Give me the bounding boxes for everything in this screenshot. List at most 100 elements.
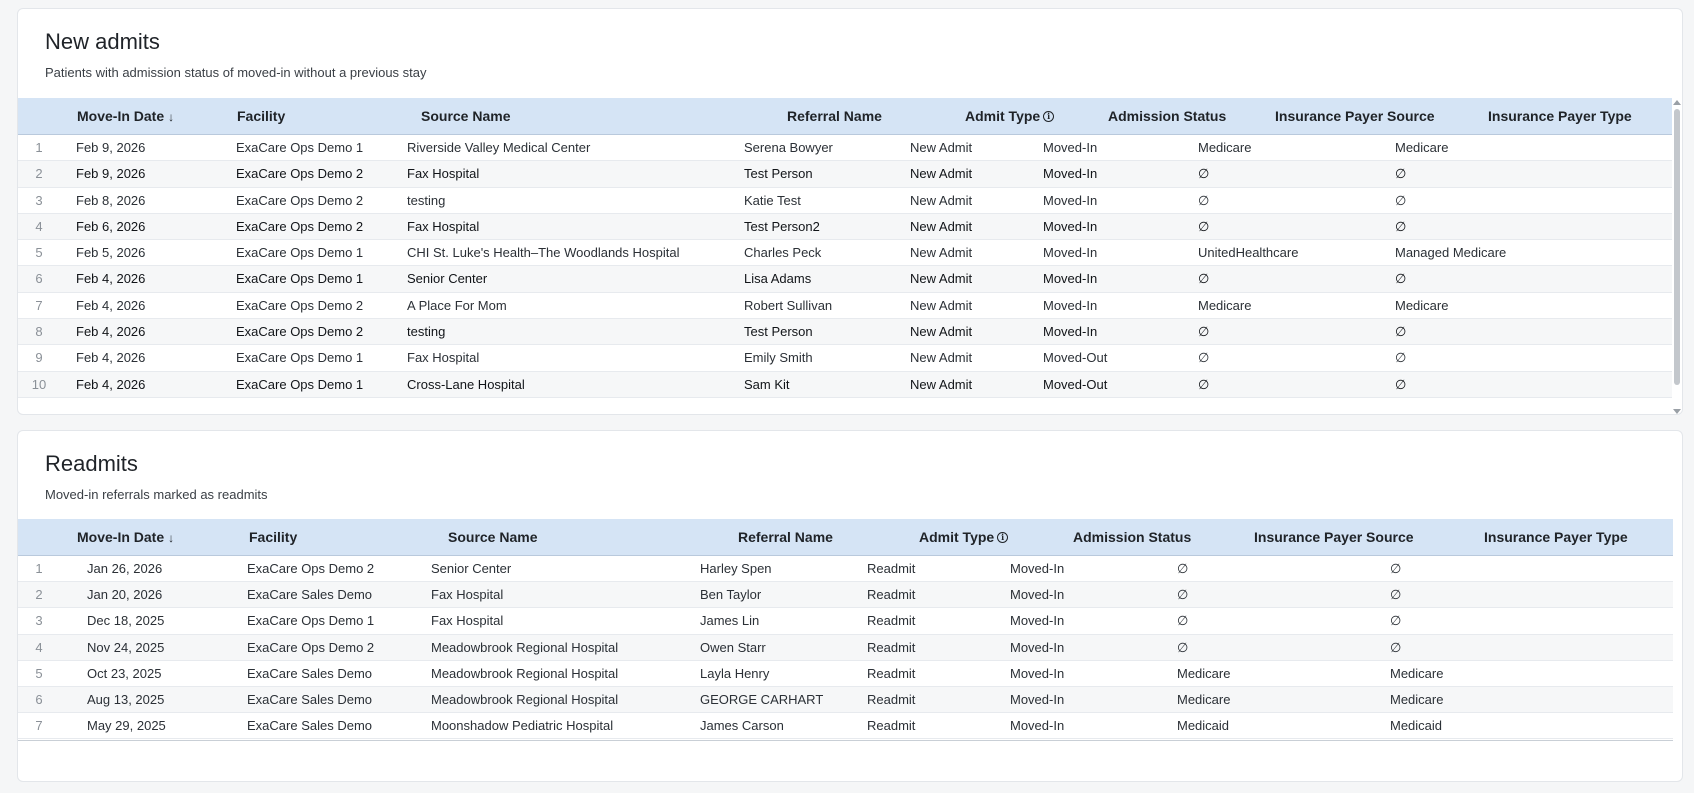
cell-insurance-payer-source: ∅: [1177, 587, 1189, 603]
cell-insurance-payer-source: ∅: [1198, 324, 1210, 340]
cell-insurance-payer-type: ∅: [1390, 587, 1402, 603]
cell-insurance-payer-source: ∅: [1177, 613, 1189, 629]
cell-admission-status: Moved-In: [1043, 140, 1098, 155]
cell-insurance-payer-source: ∅: [1198, 350, 1210, 366]
row-index: 2: [35, 166, 43, 182]
cell-move-in-date: Feb 4, 2026: [76, 271, 146, 287]
row-index: 3: [35, 613, 43, 629]
cell-move-in-date: Jan 26, 2026: [87, 561, 163, 576]
table-row[interactable]: 4 Nov 24, 2025 ExaCare Ops Demo 2 Meadowbro…: [18, 634, 1673, 661]
table-row[interactable]: 3 Dec 18, 2025 ExaCare Ops Demo 1 Fax Hospi…: [18, 608, 1673, 635]
cell-admit-type: New Admit: [910, 271, 973, 287]
row-index: 7: [35, 297, 43, 313]
cell-source-name: testing: [407, 324, 446, 340]
table-row[interactable]: 8 Feb 4, 2026 ExaCare Ops Demo 2 testing Tes…: [18, 319, 1673, 346]
table-row[interactable]: 10 Feb 4, 2026 ExaCare Ops Demo 1 Cross-Lan…: [18, 371, 1673, 398]
info-circle-icon[interactable]: i: [1043, 111, 1055, 122]
cell-insurance-payer-source: ∅: [1177, 639, 1189, 655]
column-header-insurance-payer-type[interactable]: Insurance Payer Type: [1484, 519, 1628, 556]
table-row[interactable]: 1 Jan 26, 2026 ExaCare Ops Demo 2 Senior Ce…: [18, 556, 1673, 583]
table-row[interactable]: 2 Feb 9, 2026 ExaCare Ops Demo 2 Fax Hospit…: [18, 161, 1673, 188]
cell-referral-name: Test Person2: [744, 218, 820, 234]
column-header-admit-type[interactable]: Admit Type i: [919, 519, 1009, 556]
cell-facility: ExaCare Sales Demo: [247, 665, 372, 681]
cell-insurance-payer-source: UnitedHealthcare: [1198, 245, 1299, 261]
cell-referral-name: James Lin: [700, 613, 760, 629]
cell-insurance-payer-type: Managed Medicare: [1395, 245, 1507, 261]
table-row[interactable]: 6 Aug 13, 2025 ExaCare Sales Demo Meadowbro…: [18, 686, 1673, 714]
scroll-up-icon[interactable]: [1673, 100, 1681, 105]
cell-insurance-payer-source: Medicare: [1198, 140, 1252, 155]
cell-admission-status: Moved-Out: [1043, 376, 1108, 392]
column-header-admit-type[interactable]: Admit Type i: [965, 98, 1055, 135]
row-index: 5: [35, 665, 43, 681]
table-row[interactable]: 4 Feb 6, 2026 ExaCare Ops Demo 2 Fax Hospit…: [18, 213, 1673, 241]
cell-referral-name: Amy test: [744, 398, 795, 402]
column-header-insurance-payer-source[interactable]: Insurance Payer Source: [1275, 98, 1435, 135]
cell-source-name: A Place For Mom: [407, 297, 507, 313]
cell-move-in-date: Feb 9, 2026: [76, 140, 146, 155]
cell-referral-name: Owen Starr: [700, 639, 766, 655]
table-row[interactable]: 7 May 29, 2025 ExaCare Sales Demo Moonshado…: [18, 713, 1673, 740]
row-index: 2: [35, 587, 43, 603]
row-index: 8: [35, 324, 43, 340]
row-index: 7: [35, 718, 43, 734]
arrow-down-icon[interactable]: ↓: [168, 520, 174, 557]
cell-facility: ExaCare Ops Demo 1: [236, 376, 364, 392]
column-header-admission-status[interactable]: Admission Status: [1073, 519, 1191, 556]
readmits-card: Readmits Moved-in referrals marked as re…: [17, 430, 1683, 782]
column-header-source-name[interactable]: Source Name: [421, 98, 510, 135]
cell-source-name: Fax Hospital: [431, 587, 504, 603]
cell-move-in-date: May 29, 2025: [87, 718, 166, 734]
table-header: Move-In Date ↓ Facility Source Name Refer…: [18, 98, 1673, 135]
cell-insurance-payer-source: ∅: [1198, 271, 1210, 287]
cell-insurance-payer-type: Medicare: [1390, 665, 1444, 681]
cell-admit-type: New Admit: [910, 376, 973, 392]
cell-source-name: Meadowbrook Regional Hospital: [431, 691, 619, 707]
new-admits-rows: 1 Feb 9, 2026 ExaCare Ops Demo 1 Riverside …: [18, 135, 1673, 402]
table-row[interactable]: 2 Jan 20, 2026 ExaCare Sales Demo Fax Hospi…: [18, 582, 1673, 609]
row-index: 10: [31, 376, 47, 392]
cell-insurance-payer-type: Medicare: [1395, 140, 1449, 155]
column-header-source-name[interactable]: Source Name: [448, 519, 537, 556]
table-row[interactable]: 6 Feb 4, 2026 ExaCare Ops Demo 1 Senior Cen…: [18, 266, 1673, 293]
table-row[interactable]: 3 Feb 8, 2026 ExaCare Ops Demo 2 testing Kat…: [18, 188, 1673, 214]
cell-move-in-date: Feb 6, 2026: [76, 218, 146, 234]
cell-move-in-date: Feb 4, 2026: [76, 324, 146, 340]
cell-referral-name: Layla Henry: [700, 665, 770, 681]
cell-source-name: Senior Center: [407, 271, 488, 287]
info-circle-icon[interactable]: i: [997, 532, 1009, 543]
cell-source-name: CHI St. Luke's Health–The Woodlands Hosp…: [407, 245, 680, 261]
cell-insurance-payer-type: ∅: [1395, 192, 1407, 208]
cell-admission-status: Moved-In: [1043, 218, 1098, 234]
cell-referral-name: Lisa Adams: [744, 271, 812, 287]
table-header: Move-In Date ↓ Facility Source Name Refer…: [18, 519, 1673, 556]
scroll-down-icon[interactable]: [1673, 409, 1681, 414]
new-admits-card: New admits Patients with admission statu…: [17, 8, 1683, 415]
column-header-referral-name[interactable]: Referral Name: [738, 519, 833, 556]
arrow-down-icon[interactable]: ↓: [168, 99, 174, 136]
cell-move-in-date: Jan 20, 2026: [87, 587, 163, 603]
column-header-facility[interactable]: Facility: [237, 98, 285, 135]
table-row[interactable]: 5 Feb 5, 2026 ExaCare Ops Demo 1 CHI St. Lu…: [18, 240, 1673, 267]
column-header-referral-name[interactable]: Referral Name: [787, 98, 882, 135]
cell-referral-name: Emily Smith: [744, 350, 813, 366]
column-header-admission-status[interactable]: Admission Status: [1108, 98, 1226, 135]
scrollbar-thumb[interactable]: [1674, 109, 1680, 385]
column-header-insurance-payer-type[interactable]: Insurance Payer Type: [1488, 98, 1632, 135]
cell-facility: ExaCare Ops Demo 2: [236, 324, 364, 340]
cell-move-in-date: Feb 4, 2026: [76, 350, 146, 366]
cell-admit-type: Readmit: [867, 587, 916, 603]
column-header-insurance-payer-source[interactable]: Insurance Payer Source: [1254, 519, 1414, 556]
column-header-move-in-date[interactable]: Move-In Date ↓: [77, 98, 174, 135]
column-header-facility[interactable]: Facility: [249, 519, 297, 556]
cell-referral-name: Sam Kit: [744, 376, 790, 392]
table-row[interactable]: 5 Oct 23, 2025 ExaCare Sales Demo Meadowbro…: [18, 661, 1673, 687]
cell-admit-type: New Admit: [910, 218, 973, 234]
table-row[interactable]: 9 Feb 4, 2026 ExaCare Ops Demo 1 Fax Hospit…: [18, 345, 1673, 372]
cell-insurance-payer-source: ∅: [1198, 192, 1210, 208]
table-row[interactable]: 11 Jan 30, 2026 ExaCare Ops Demo 2 Golden H…: [18, 398, 1673, 402]
column-header-move-in-date[interactable]: Move-In Date ↓: [77, 519, 174, 556]
table-row[interactable]: 1 Feb 9, 2026 ExaCare Ops Demo 1 Riverside …: [18, 135, 1673, 162]
table-row[interactable]: 7 Feb 4, 2026 ExaCare Ops Demo 2 A Place Fo…: [18, 293, 1673, 320]
